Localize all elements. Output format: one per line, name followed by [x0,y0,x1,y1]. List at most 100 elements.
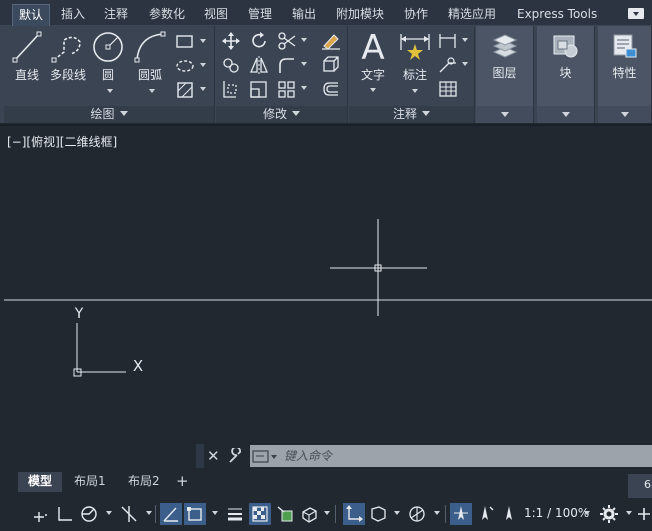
annotation-visibility-icon[interactable] [450,503,472,525]
workspace-gear-icon[interactable] [598,503,620,525]
properties-expand-icon[interactable] [598,106,651,123]
stretch-icon[interactable] [220,79,242,99]
dimension-button[interactable]: 标注 [397,30,433,83]
tab-collaborate[interactable]: 协作 [398,4,434,26]
object-snap-tracking-icon[interactable] [160,503,182,525]
fillet-icon[interactable] [276,55,298,75]
block-button[interactable]: 块 [537,32,594,81]
tab-layout1[interactable]: 布局1 [64,472,116,492]
ortho-mode-icon[interactable] [54,503,76,525]
array-dropdown-icon[interactable] [301,86,307,93]
block-panel[interactable]: 块 [537,26,595,123]
gizmo-icon[interactable] [406,503,428,525]
workspace-dropdown-icon[interactable] [626,511,632,518]
line-button[interactable]: 直线 [10,30,44,83]
annotation-panel-title[interactable]: 注释 [349,106,474,123]
leader-icon[interactable] [437,55,459,75]
tab-layout2[interactable]: 布局2 [118,472,170,492]
mirror-icon[interactable] [248,55,270,75]
command-input-box[interactable] [250,445,652,467]
copy-icon[interactable] [220,55,242,75]
linear-dimension-icon[interactable] [437,31,459,51]
hatch-dropdown-icon[interactable] [200,87,206,94]
ellipse-dropdown-icon[interactable] [200,63,206,70]
selection-filter-icon[interactable] [367,503,389,525]
arc-button[interactable]: 圆弧 [132,30,168,83]
properties-panel[interactable]: 特性 [598,26,652,123]
erase-icon[interactable] [320,31,342,51]
command-line-close-icon[interactable]: ✕ [207,447,220,465]
3d-object-snap-icon[interactable] [298,503,320,525]
layers-expand-icon[interactable] [476,106,533,123]
selection-cycling-icon[interactable] [274,503,296,525]
command-prompt-icon[interactable] [252,448,280,464]
annotation-scale-dropdown-icon[interactable] [584,511,590,518]
tab-view[interactable]: 视图 [198,4,234,26]
layers-button[interactable]: 图层 [476,32,533,81]
status-plus-icon[interactable] [636,503,652,525]
annotation-panel: A 文字 标注 注释 [349,26,475,123]
tab-featured-apps[interactable]: 精选应用 [442,4,502,26]
dynamic-ucs-icon[interactable] [343,503,365,525]
rotate-icon[interactable] [248,31,270,51]
auto-scale-icon[interactable] [474,503,496,525]
polar-tracking-icon[interactable] [78,503,100,525]
fillet-dropdown-icon[interactable] [301,62,307,69]
hatch-icon[interactable] [174,80,196,100]
isometric-drafting-icon[interactable] [118,503,140,525]
leader-dropdown-icon[interactable] [462,62,468,69]
trim-dropdown-icon[interactable] [301,38,307,45]
circle-dropdown-icon[interactable] [107,89,113,96]
move-icon[interactable] [220,31,242,51]
array-icon[interactable] [276,79,298,99]
polyline-button[interactable]: 多段线 [48,30,88,83]
tab-parametric[interactable]: 参数化 [143,4,191,26]
tab-insert[interactable]: 插入 [55,4,91,26]
drawing-canvas[interactable]: [−][俯视][二维线框] Y X [0,124,652,472]
tab-annotate[interactable]: 注释 [98,4,134,26]
wrench-icon[interactable] [228,448,244,464]
draw-panel-title[interactable]: 绘图 [4,106,214,123]
tab-manage[interactable]: 管理 [242,4,278,26]
trim-icon[interactable] [276,31,298,51]
gizmo-dropdown-icon[interactable] [434,511,440,518]
tab-default[interactable]: 默认 [12,4,51,26]
tab-output[interactable]: 输出 [286,4,322,26]
object-snap-dropdown-icon[interactable] [212,511,218,518]
table-icon[interactable] [437,79,459,99]
command-line-grip-icon[interactable] [196,444,204,468]
dimension-dropdown-icon[interactable] [412,89,418,96]
layers-panel[interactable]: 图层 [476,26,534,123]
modify-panel-title[interactable]: 修改 [216,106,347,123]
add-layout-icon[interactable]: + [176,472,189,490]
linear-dimension-dropdown-icon[interactable] [462,38,468,45]
circle-label: 圆 [101,68,114,82]
command-input[interactable] [284,446,644,466]
object-snap-icon[interactable] [184,503,206,525]
circle-button[interactable]: 圆 [90,30,126,83]
annotation-scale-value[interactable]: 1:1 / 100% [524,506,589,520]
polar-tracking-dropdown-icon[interactable] [106,511,112,518]
text-dropdown-icon[interactable] [370,88,376,95]
isometric-dropdown-icon[interactable] [146,511,152,518]
ribbon-minimize-menu-icon[interactable] [628,8,644,19]
arc-dropdown-icon[interactable] [149,89,155,96]
scale-icon[interactable] [248,79,270,99]
tab-addins[interactable]: 附加模块 [330,4,390,26]
selection-filter-dropdown-icon[interactable] [394,511,400,518]
block-expand-icon[interactable] [537,106,594,123]
properties-button[interactable]: 特性 [598,32,651,81]
transparency-icon[interactable] [249,503,271,525]
offset-icon[interactable] [320,79,342,99]
lineweight-icon[interactable] [224,503,246,525]
ellipse-icon[interactable] [174,56,196,76]
text-button[interactable]: A 文字 [355,28,391,83]
rectangle-icon[interactable] [174,32,196,52]
grid-snap-icon[interactable] [30,503,52,525]
annotation-scale-icon[interactable] [498,503,520,525]
tab-model[interactable]: 模型 [18,472,63,492]
explode-icon[interactable] [320,55,342,75]
3d-object-snap-dropdown-icon[interactable] [324,511,330,518]
tab-express-tools[interactable]: Express Tools [511,4,603,26]
rectangle-dropdown-icon[interactable] [200,39,206,46]
